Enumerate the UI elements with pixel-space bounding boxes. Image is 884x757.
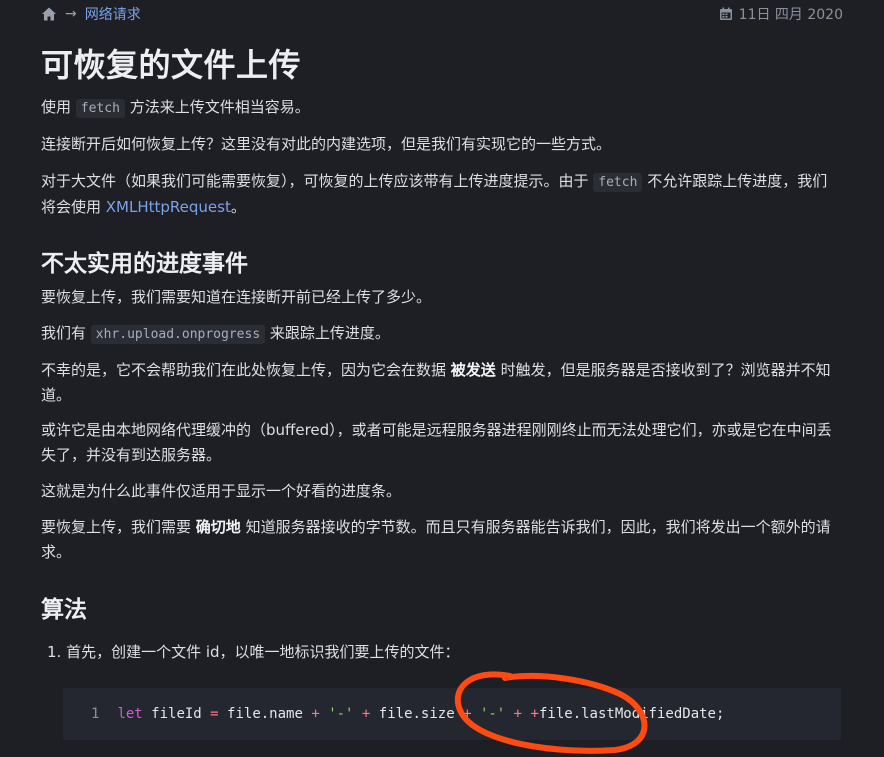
intro-paragraph-1: 使用 fetch 方法来上传文件相当容易。 bbox=[41, 95, 841, 121]
code-token: file.lastModifiedDate; bbox=[538, 706, 725, 722]
inline-code: xhr.upload.onprogress bbox=[90, 325, 266, 344]
line-number: 1 bbox=[91, 706, 100, 722]
article-date: 11日 四月 2020 bbox=[719, 4, 843, 24]
text: 使用 bbox=[41, 98, 76, 116]
code-token: + bbox=[513, 706, 523, 722]
inline-code: fetch bbox=[75, 99, 125, 118]
code-token: + bbox=[463, 706, 472, 722]
code-token: file.name bbox=[218, 706, 312, 722]
text: 我们有 bbox=[41, 324, 91, 342]
text: 要恢复上传，我们需要 bbox=[41, 518, 196, 536]
code-token: '-' bbox=[471, 706, 514, 722]
section1-paragraph-1: 要恢复上传，我们需要知道在连接断开前已经上传了多少。 bbox=[41, 288, 432, 306]
section-heading-progress: 不太实用的进度事件 bbox=[41, 251, 248, 277]
breadcrumb-link-network[interactable]: 网络请求 bbox=[85, 4, 141, 24]
section1-paragraph-2: 我们有 xhr.upload.onprogress 来跟踪上传进度。 bbox=[41, 321, 841, 347]
text: 方法来上传文件相当容易。 bbox=[124, 98, 310, 116]
xmlhttprequest-link[interactable]: XMLHttpRequest bbox=[106, 198, 231, 216]
page-title: 可恢复的文件上传 bbox=[41, 46, 302, 84]
text: 不幸的是，它不会帮助我们在此处恢复上传，因为它会在数据 bbox=[41, 361, 451, 379]
text: 对于大文件（如果我们可能需要恢复），可恢复的上传应该带有上传进度提示。由于 bbox=[41, 172, 594, 190]
breadcrumb-separator: → bbox=[65, 6, 77, 22]
section1-paragraph-6: 要恢复上传，我们需要 确切地 知道服务器接收的字节数。而且只有服务器能告诉我们，… bbox=[41, 515, 841, 565]
inline-code: fetch bbox=[593, 173, 643, 192]
code-token: file.size bbox=[370, 706, 464, 722]
text: 。 bbox=[230, 198, 246, 216]
bold-text: 被发送 bbox=[450, 361, 496, 379]
code-token: + bbox=[530, 706, 539, 722]
breadcrumb-trail: → 网络请求 bbox=[41, 4, 141, 24]
code-token: '-' bbox=[319, 706, 362, 722]
list-item-step-1: 1. 首先，创建一个文件 id，以唯一地标识我们要上传的文件： bbox=[47, 643, 460, 661]
breadcrumb: → 网络请求 11日 四月 2020 bbox=[41, 4, 843, 26]
code-token: = bbox=[210, 706, 219, 722]
code-token: fileId bbox=[142, 706, 211, 722]
home-icon[interactable] bbox=[41, 6, 57, 22]
bold-text: 确切地 bbox=[195, 518, 241, 536]
code-token: let bbox=[117, 706, 143, 722]
intro-paragraph-3: 对于大文件（如果我们可能需要恢复），可恢复的上传应该带有上传进度提示。由于 fe… bbox=[41, 169, 841, 220]
calendar-icon bbox=[719, 7, 733, 21]
section1-paragraph-3: 不幸的是，它不会帮助我们在此处恢复上传，因为它会在数据 被发送 时触发，但是服务… bbox=[41, 358, 841, 408]
section1-paragraph-5: 这就是为什么此事件仅适用于显示一个好看的进度条。 bbox=[41, 482, 402, 500]
date-text: 11日 四月 2020 bbox=[738, 7, 843, 23]
code-line-1: 1 let fileId = file.name + '-' + file.siz… bbox=[91, 706, 724, 722]
intro-paragraph-2: 连接断开后如何恢复上传？这里没有对此的内建选项，但是我们有实现它的一些方式。 bbox=[41, 135, 612, 153]
section-heading-algorithm: 算法 bbox=[41, 597, 87, 623]
code-token: + bbox=[311, 706, 320, 722]
code-block: 1 let fileId = file.name + '-' + file.siz… bbox=[63, 688, 841, 740]
text: 来跟踪上传进度。 bbox=[265, 324, 390, 342]
section1-paragraph-4: 或许它是由本地网络代理缓冲的（buffered），或者可能是远程服务器进程刚刚终… bbox=[41, 421, 832, 464]
